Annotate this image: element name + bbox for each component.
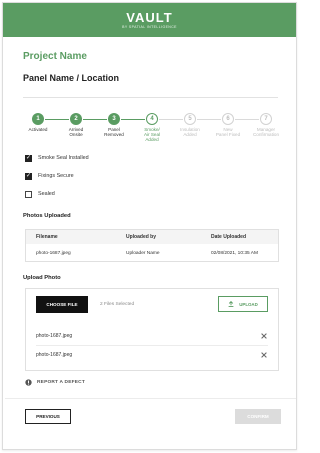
file-list-item: photo-1687.jpeg	[36, 346, 268, 364]
upload-photo-title: Upload Photo	[23, 275, 61, 281]
step-label-line: Onsite	[69, 132, 83, 138]
step-circle: 4	[146, 113, 158, 125]
divider	[23, 97, 278, 98]
progress-stepper: 1 Activated 2 Arrived Onsite 3 Panel Removed 4 Sm…	[23, 113, 281, 143]
table-header: Filename Uploaded by Date Uploaded	[26, 230, 278, 244]
app-frame: VAULT BY SPATIAL INTELLIGENCE Project Na…	[2, 2, 297, 450]
report-defect-link[interactable]: REPORT A DEFECT	[25, 379, 85, 386]
table-row: photo-1687.jpeg Uploader Name 02/08/2021…	[26, 244, 278, 262]
step-label: New Panel Fixed	[213, 127, 243, 137]
step-label-line: Panel Fixed	[215, 132, 241, 138]
step-label: Panel Removed	[99, 127, 129, 137]
step-label: Insulation Added	[175, 127, 205, 137]
vault-logo: VAULT	[126, 10, 173, 25]
step-3: 3 Panel Removed	[99, 113, 129, 137]
step-label-line: Confirmation	[252, 132, 280, 138]
col-uploaded-by: Uploaded by	[126, 234, 157, 240]
close-icon[interactable]	[260, 332, 268, 340]
report-defect-label: REPORT A DEFECT	[37, 380, 85, 385]
step-label: Smoke/Air Seal Added	[137, 127, 167, 143]
file-name: photo-1687.jpeg	[36, 333, 73, 339]
footer-divider	[5, 398, 296, 399]
checkbox-fixings-secure[interactable]: ✓ Fixings Secure	[25, 171, 74, 181]
step-6: 6 New Panel Fixed	[213, 113, 243, 137]
step-circle: 2	[70, 113, 82, 125]
close-icon[interactable]	[260, 351, 268, 359]
col-date-uploaded: Date Uploaded	[211, 234, 247, 240]
step-label-line: Air Seal Added	[143, 132, 161, 143]
file-list-item: photo-1687.jpeg	[36, 327, 268, 345]
upload-button-label: UPLOAD	[239, 301, 258, 307]
previous-button[interactable]: PREVIOUS	[25, 409, 71, 424]
step-4: 4 Smoke/Air Seal Added	[137, 113, 167, 143]
checkbox-icon[interactable]: ✓	[25, 172, 32, 180]
step-1: 1 Activated	[23, 113, 53, 132]
step-5: 5 Insulation Added	[175, 113, 205, 137]
step-7: 7 Manager Confirmation	[251, 113, 281, 137]
step-circle: 1	[32, 113, 44, 125]
step-2: 2 Arrived Onsite	[61, 113, 91, 137]
checkbox-label: Sealed	[38, 191, 55, 197]
step-circle: 3	[108, 113, 120, 125]
logo-subtitle: BY SPATIAL INTELLIGENCE	[122, 25, 177, 29]
step-circle: 6	[222, 113, 234, 125]
step-label-line: Added	[183, 132, 197, 138]
cell-filename: photo-1687.jpeg	[36, 250, 71, 256]
confirm-button[interactable]: CONFIRM	[235, 409, 281, 424]
step-label-line: Activated	[28, 127, 48, 132]
checkbox-icon[interactable]	[25, 190, 32, 198]
upload-panel: CHOOSE FILE 2 Files Selected UPLOAD phot…	[25, 288, 279, 371]
alert-icon	[25, 379, 32, 386]
step-circle: 7	[260, 113, 272, 125]
step-label-line: Removed	[104, 132, 124, 138]
step-label: Activated	[23, 127, 53, 132]
step-label: Arrived Onsite	[61, 127, 91, 137]
checkbox-label: Fixings Secure	[38, 173, 74, 179]
step-label: Manager Confirmation	[251, 127, 281, 137]
choose-file-button[interactable]: CHOOSE FILE	[36, 296, 88, 313]
step-circle: 5	[184, 113, 196, 125]
col-filename: Filename	[36, 234, 58, 240]
panel-name: Panel Name / Location	[23, 73, 120, 83]
checkbox-sealed[interactable]: Sealed	[25, 189, 55, 199]
checkbox-icon[interactable]: ✓	[25, 154, 32, 162]
upload-icon	[228, 301, 234, 307]
checkbox-label: Smoke Seal Installed	[38, 155, 89, 161]
checkbox-smoke-seal[interactable]: ✓ Smoke Seal Installed	[25, 153, 89, 163]
files-selected-text: 2 Files Selected	[100, 302, 135, 307]
photos-uploaded-title: Photos Uploaded	[23, 213, 71, 219]
upload-button[interactable]: UPLOAD	[218, 296, 268, 312]
file-name: photo-1687.jpeg	[36, 352, 73, 358]
photos-table: Filename Uploaded by Date Uploaded photo…	[25, 229, 279, 262]
header-bar: VAULT BY SPATIAL INTELLIGENCE	[3, 3, 296, 37]
cell-date: 02/08/2021, 10:35 AM	[211, 250, 258, 256]
cell-uploader: Uploader Name	[126, 250, 160, 256]
project-name: Project Name	[23, 51, 87, 62]
